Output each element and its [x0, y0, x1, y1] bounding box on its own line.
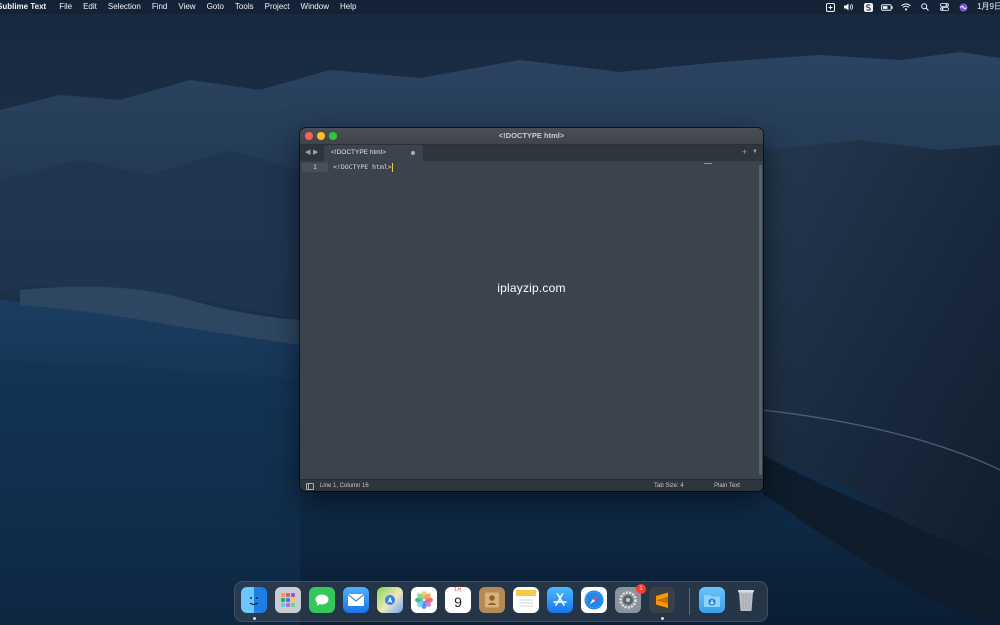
photos-icon[interactable] [411, 587, 437, 613]
wifi-icon[interactable] [900, 0, 912, 14]
safari-icon[interactable] [581, 587, 607, 613]
tab-list-chevron-down-icon[interactable]: ▼ [752, 149, 758, 155]
spotlight-search-icon[interactable] [919, 0, 931, 14]
messages-icon[interactable] [309, 587, 335, 613]
menu-project[interactable]: Project [265, 0, 290, 14]
contacts-icon[interactable] [479, 587, 505, 613]
dock: 1月 9 1 [234, 581, 768, 622]
menu-goto[interactable]: Goto [207, 0, 224, 14]
tab-scroll-left-icon[interactable]: ◀ [305, 148, 310, 156]
sogou-input-icon[interactable] [862, 0, 874, 14]
line-number: 1 [302, 163, 328, 172]
toggle-side-panel-icon[interactable] [306, 483, 314, 490]
volume-icon[interactable] [843, 0, 855, 14]
downloads-folder-icon[interactable] [699, 587, 725, 613]
window-titlebar[interactable]: <!DOCTYPE html> [300, 128, 763, 145]
calendar-month: 1月 [454, 587, 462, 593]
code-line[interactable]: <!DOCTYPE html> [333, 163, 393, 172]
app-store-icon[interactable] [547, 587, 573, 613]
menu-app-name[interactable]: Sublime Text [0, 0, 46, 14]
new-tab-plus-icon[interactable]: + [742, 147, 747, 157]
vertical-scrollbar[interactable] [759, 165, 762, 475]
calendar-icon[interactable]: 1月 9 [445, 587, 471, 613]
control-center-icon[interactable] [938, 0, 950, 14]
tab-size-setting[interactable]: Tab Size: 4 [654, 480, 684, 491]
text-caret [391, 163, 393, 172]
menu-help[interactable]: Help [340, 0, 356, 14]
tab-doctype-html[interactable]: <!DOCTYPE html> [324, 145, 423, 161]
sublime-running-dot [661, 617, 664, 620]
menu-file[interactable]: File [59, 0, 72, 14]
menu-edit[interactable]: Edit [83, 0, 97, 14]
watermark-text: iplayzip.com [497, 281, 566, 295]
unsaved-dot-icon[interactable] [411, 151, 415, 155]
menu-find[interactable]: Find [152, 0, 168, 14]
calendar-day: 9 [454, 594, 462, 610]
notes-icon[interactable] [513, 587, 539, 613]
tab-label: <!DOCTYPE html> [331, 149, 386, 156]
code-text: <!DOCTYPE html> [333, 163, 392, 171]
sublime-text-icon[interactable] [649, 587, 675, 613]
input-source-icon[interactable] [824, 0, 836, 14]
minimap[interactable] [704, 163, 712, 164]
maps-icon[interactable] [377, 587, 403, 613]
status-bar: Line 1, Column 16 Tab Size: 4 Plain Text [300, 479, 763, 491]
status-menus: 1月9日 [817, 0, 1000, 14]
trash-icon[interactable] [733, 587, 759, 613]
menu-bar: Sublime Text File Edit Selection Find Vi… [0, 0, 1000, 14]
notification-badge: 1 [636, 584, 646, 594]
menu-clock[interactable]: 1月9日 [977, 0, 1000, 14]
code-editor[interactable]: 1 <!DOCTYPE html> iplayzip.com [300, 161, 763, 479]
tab-bar: ◀ ▶ <!DOCTYPE html> + ▼ [300, 145, 763, 161]
battery-icon[interactable] [881, 0, 893, 14]
menu-view[interactable]: View [178, 0, 195, 14]
window-title: <!DOCTYPE html> [498, 131, 565, 140]
finder-icon[interactable] [241, 587, 267, 613]
dock-separator [689, 588, 690, 615]
menu-selection[interactable]: Selection [108, 0, 141, 14]
finder-running-dot [253, 617, 256, 620]
mail-icon[interactable] [343, 587, 369, 613]
cursor-position[interactable]: Line 1, Column 16 [320, 480, 369, 491]
menu-window[interactable]: Window [301, 0, 329, 14]
syntax-selector[interactable]: Plain Text [714, 480, 740, 491]
menu-tools[interactable]: Tools [235, 0, 254, 14]
siri-icon[interactable] [957, 0, 969, 14]
launchpad-icon[interactable] [275, 587, 301, 613]
sublime-text-window: <!DOCTYPE html> ◀ ▶ <!DOCTYPE html> + ▼ … [300, 128, 763, 491]
tab-scroll-right-icon[interactable]: ▶ [313, 148, 318, 156]
line-gutter: 1 [300, 161, 331, 479]
